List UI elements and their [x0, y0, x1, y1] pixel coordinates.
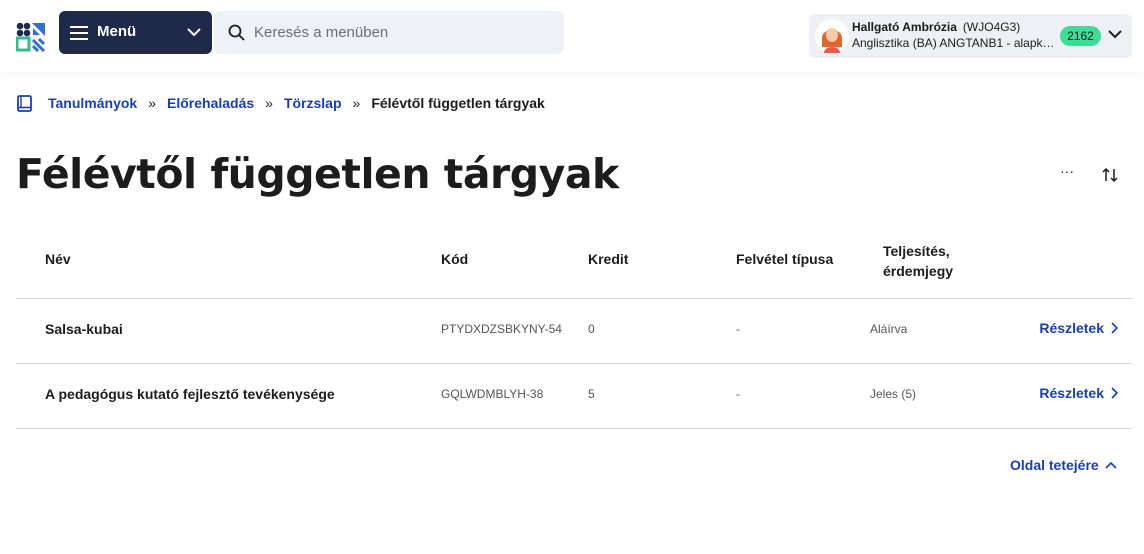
breadcrumb-link-tanulmanyok[interactable]: Tanulmányok	[48, 95, 137, 111]
chevron-right-icon	[1111, 387, 1118, 399]
details-link[interactable]: Részletek	[1039, 385, 1118, 401]
back-to-top-label: Oldal tetejére	[1010, 457, 1099, 473]
user-name-text: Hallgató Ambrózia	[852, 20, 957, 34]
chevron-down-icon	[187, 28, 201, 37]
row-subject-name: A pedagógus kutató fejlesztő tevékenység…	[45, 386, 335, 402]
chevron-up-icon	[1105, 461, 1117, 469]
column-header-code[interactable]: Kód	[441, 251, 468, 267]
user-code: (WJO4G3)	[962, 20, 1021, 34]
row-grade: Aláírva	[870, 322, 908, 336]
user-program: Anglisztika (BA) ANGTANB1 - alapképzés	[852, 36, 1058, 50]
details-label: Részletek	[1039, 385, 1104, 401]
details-label: Részletek	[1039, 320, 1104, 336]
page-title: Félévtől független tárgyak	[16, 150, 619, 198]
column-header-completion-line-2: érdemjegy	[883, 263, 954, 279]
table-row: Salsa-kubai PTYDXDZSBKYNY-54 0 - Aláírva…	[16, 299, 1132, 364]
table-header: Név Kód Kredit Felvétel típusa Teljesíté…	[16, 234, 1132, 299]
details-link[interactable]: Részletek	[1039, 320, 1118, 336]
table-row: A pedagógus kutató fejlesztő tevékenység…	[16, 364, 1132, 429]
breadcrumb-link-torzslap[interactable]: Törzslap	[284, 95, 342, 111]
sort-icon[interactable]	[1101, 166, 1119, 184]
breadcrumb-separator: »	[352, 95, 361, 111]
column-header-credit[interactable]: Kredit	[588, 251, 628, 267]
row-type: -	[736, 387, 740, 401]
row-type: -	[736, 322, 740, 336]
row-grade: Jeles (5)	[870, 387, 917, 401]
row-subject-code: PTYDXDZSBKYNY-54	[441, 322, 562, 336]
menu-label: Menü	[97, 23, 137, 40]
user-name: Hallgató Ambrózia (WJO4G3)	[852, 20, 1020, 34]
menu-search	[214, 11, 564, 54]
avatar	[815, 19, 849, 53]
row-credit: 5	[588, 387, 595, 401]
chevron-right-icon	[1111, 322, 1118, 334]
app-logo-icon[interactable]	[16, 22, 46, 52]
chevron-down-icon	[1108, 30, 1122, 39]
more-options-button[interactable]: ···	[1057, 164, 1077, 184]
breadcrumb-separator: »	[148, 95, 156, 111]
column-header-type[interactable]: Felvétel típusa	[736, 251, 833, 267]
column-header-completion[interactable]: Teljesítés, érdemjegy	[883, 241, 953, 281]
hamburger-icon	[70, 26, 88, 40]
row-credit: 0	[588, 322, 595, 336]
breadcrumb-link-elorehaladas[interactable]: Előrehaladás	[167, 95, 254, 111]
breadcrumb-current: Félévtől független tárgyak	[371, 95, 545, 111]
breadcrumb: Tanulmányok » Előrehaladás » Törzslap » …	[16, 94, 545, 112]
top-header: Menü Hallgató Ambrózia (WJO4G3) Angliszti…	[0, 0, 1144, 72]
book-icon	[17, 94, 32, 112]
notification-badge: 2162	[1060, 26, 1101, 46]
subjects-table: Név Kód Kredit Felvétel típusa Teljesíté…	[16, 234, 1132, 429]
user-profile-switcher[interactable]: Hallgató Ambrózia (WJO4G3) Anglisztika (B…	[809, 14, 1132, 58]
menu-button[interactable]: Menü	[59, 11, 212, 54]
search-icon	[228, 24, 245, 41]
row-subject-code: GQLWDMBLYH-38	[441, 387, 544, 401]
breadcrumb-separator: »	[265, 95, 273, 111]
row-subject-name: Salsa-kubai	[45, 321, 123, 337]
back-to-top-link[interactable]: Oldal tetejére	[1010, 457, 1117, 473]
search-input[interactable]	[254, 19, 554, 45]
column-header-name[interactable]: Név	[45, 251, 71, 267]
column-header-completion-line-1: Teljesítés,	[883, 243, 950, 259]
